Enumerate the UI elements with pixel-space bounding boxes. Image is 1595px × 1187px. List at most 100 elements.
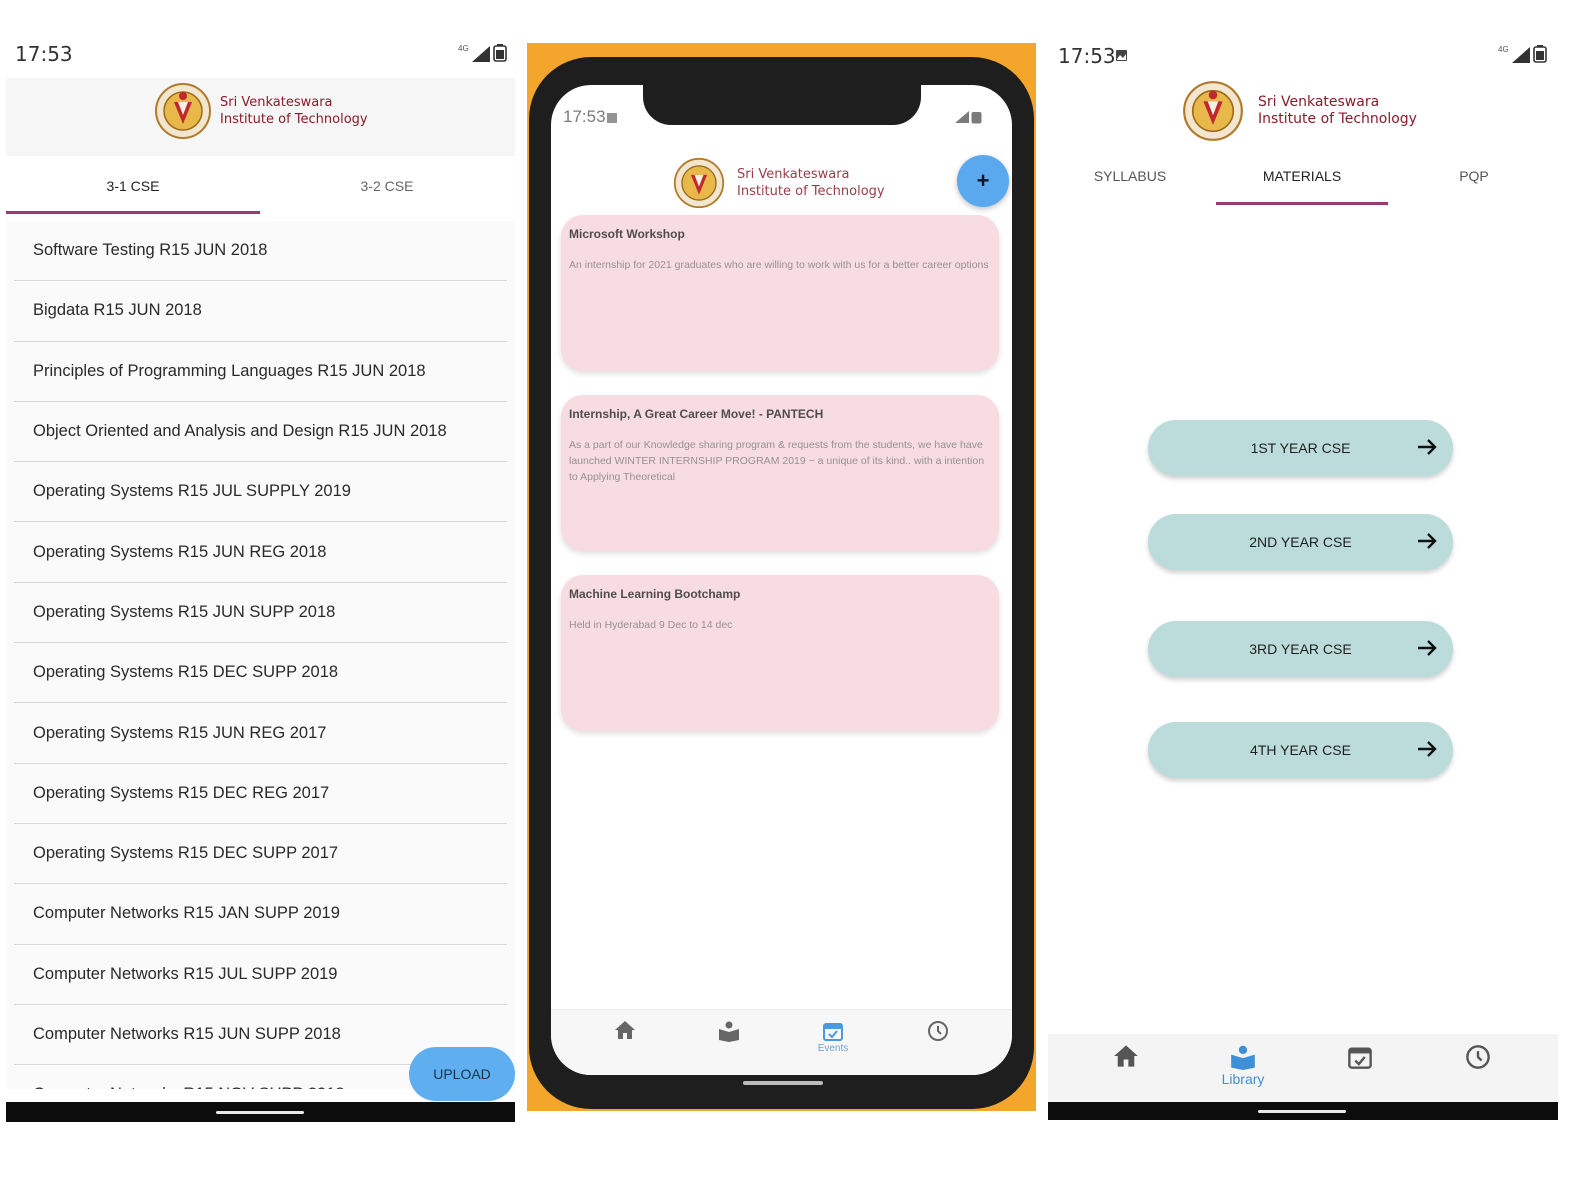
nav-library[interactable]: Library xyxy=(1203,1044,1283,1096)
event-card[interactable]: Microsoft Workshop An internship for 202… xyxy=(561,215,999,371)
nav-home[interactable] xyxy=(1086,1044,1166,1096)
event-description: As a part of our Knowledge sharing progr… xyxy=(569,439,985,483)
year-button-label: 1ST YEAR CSE xyxy=(1250,440,1351,456)
network-type-label: 4G xyxy=(1498,45,1509,54)
active-tab-indicator xyxy=(6,211,260,214)
phone-home-indicator xyxy=(743,1081,823,1085)
clock-icon xyxy=(1466,1045,1490,1069)
question-paper-row[interactable]: Operating Systems R15 DEC SUPP 2018 xyxy=(14,643,507,704)
second-year-cse-button[interactable]: 2ND YEAR CSE xyxy=(1148,514,1453,570)
status-icons xyxy=(955,111,982,124)
nav-history[interactable] xyxy=(1438,1044,1518,1096)
library-icon xyxy=(1231,1045,1255,1070)
status-icons: 4G xyxy=(458,44,507,62)
college-name: Sri Venkateswara Institute of Technology xyxy=(220,94,368,128)
question-paper-row[interactable]: Operating Systems R15 DEC REG 2017 xyxy=(14,764,507,824)
college-logo: Sri Venkateswara Institute of Technology xyxy=(669,157,885,209)
add-event-button[interactable]: + xyxy=(957,155,1009,207)
year-button-label: 4TH YEAR CSE xyxy=(1250,742,1351,758)
image-icon xyxy=(1116,50,1127,61)
question-paper-row[interactable]: Computer Networks R15 JAN SUPP 2019 xyxy=(14,884,507,945)
college-logo-icon xyxy=(673,157,725,209)
college-name-line1: Sri Venkateswara xyxy=(1258,94,1380,110)
image-icon xyxy=(607,113,617,123)
bottom-navigation: Library xyxy=(1048,1034,1558,1102)
calendar-icon xyxy=(823,1023,843,1041)
question-paper-list[interactable]: Software Testing R15 JUN 2018 Bigdata R15… xyxy=(6,221,515,1089)
nav-history[interactable] xyxy=(908,1020,968,1070)
battery-icon xyxy=(1532,45,1547,63)
college-name-line2: Institute of Technology xyxy=(220,112,368,127)
event-description: Held in Hyderabad 9 Dec to 14 dec xyxy=(569,619,733,631)
question-paper-row[interactable]: Operating Systems R15 JUL SUPPLY 2019 xyxy=(14,462,507,523)
arrow-right-icon xyxy=(1418,439,1437,455)
college-name-line1: Sri Venkateswara xyxy=(737,167,850,182)
calendar-icon xyxy=(1348,1047,1372,1069)
nav-events[interactable]: Events xyxy=(803,1020,863,1070)
question-paper-row[interactable]: Operating Systems R15 JUN REG 2018 xyxy=(14,522,507,583)
event-description: An internship for 2021 graduates who are… xyxy=(569,259,989,271)
arrow-right-icon xyxy=(1418,533,1437,549)
college-name: Sri Venkateswara Institute of Technology xyxy=(1258,94,1417,128)
college-name-line2: Institute of Technology xyxy=(737,184,885,199)
status-icons: 4G xyxy=(1498,45,1547,63)
nav-home[interactable] xyxy=(595,1020,655,1070)
home-icon xyxy=(1114,1045,1138,1067)
college-logo: Sri Venkateswara Institute of Technology xyxy=(1176,80,1417,142)
nav-events-label: Events xyxy=(817,1043,849,1054)
college-logo-icon xyxy=(1183,81,1243,141)
event-card[interactable]: Machine Learning Bootchamp Held in Hyder… xyxy=(561,575,999,731)
library-icon xyxy=(719,1021,739,1042)
tab-syllabus[interactable]: SYLLABUS xyxy=(1068,160,1192,192)
question-paper-row[interactable]: Principles of Programming Languages R15 … xyxy=(14,342,507,402)
college-name: Sri Venkateswara Institute of Technology xyxy=(737,166,885,200)
question-paper-row[interactable]: Object Oriented and Analysis and Design … xyxy=(14,402,507,463)
first-year-cse-button[interactable]: 1ST YEAR CSE xyxy=(1148,420,1453,476)
event-card[interactable]: Internship, A Great Career Move! - PANTE… xyxy=(561,395,999,551)
year-button-label: 3RD YEAR CSE xyxy=(1249,641,1352,657)
tab-materials[interactable]: MATERIALS xyxy=(1216,160,1388,192)
home-indicator[interactable] xyxy=(216,1111,304,1114)
fourth-year-cse-button[interactable]: 4TH YEAR CSE xyxy=(1148,722,1453,778)
system-nav-bar xyxy=(6,1102,515,1122)
signal-icon xyxy=(471,46,490,62)
upload-button[interactable]: UPLOAD xyxy=(409,1047,515,1101)
event-title: Internship, A Great Career Move! - PANTE… xyxy=(569,407,824,421)
library-screen: 17:53 4G Sri Venkateswara Institute of T… xyxy=(1048,0,1558,1120)
question-paper-row[interactable]: Bigdata R15 JUN 2018 xyxy=(14,281,507,342)
college-name-line2: Institute of Technology xyxy=(1258,111,1417,127)
question-paper-row[interactable]: Operating Systems R15 DEC SUPP 2017 xyxy=(14,824,507,885)
nav-library[interactable] xyxy=(699,1020,759,1070)
status-time: 17:53 xyxy=(563,107,606,126)
tab-3-1-cse[interactable]: 3-1 CSE xyxy=(6,156,260,216)
bottom-navigation: Events xyxy=(551,1009,1012,1075)
question-paper-row[interactable]: Operating Systems R15 JUN REG 2017 xyxy=(14,703,507,764)
arrow-right-icon xyxy=(1418,640,1437,656)
question-papers-screen: 17:53 4G Sri Venkateswara Institute of T… xyxy=(6,0,515,1122)
question-paper-row[interactable]: Computer Networks R15 JUL SUPP 2019 xyxy=(14,945,507,1005)
signal-icon xyxy=(1511,47,1530,63)
event-title: Machine Learning Bootchamp xyxy=(569,587,741,601)
network-type-label: 4G xyxy=(458,44,469,53)
arrow-right-icon xyxy=(1418,741,1437,757)
question-paper-row[interactable]: Software Testing R15 JUN 2018 xyxy=(14,221,507,282)
third-year-cse-button[interactable]: 3RD YEAR CSE xyxy=(1148,621,1453,677)
college-logo: Sri Venkateswara Institute of Technology xyxy=(154,82,368,140)
status-time: 17:53 xyxy=(1058,44,1116,68)
event-title: Microsoft Workshop xyxy=(569,227,685,241)
nav-events[interactable] xyxy=(1320,1044,1400,1096)
home-icon xyxy=(615,1021,635,1039)
semester-tabs: 3-1 CSE 3-2 CSE xyxy=(6,156,515,216)
tab-3-2-cse[interactable]: 3-2 CSE xyxy=(260,156,514,216)
college-name-line1: Sri Venkateswara xyxy=(220,95,333,110)
battery-icon xyxy=(971,112,982,124)
question-paper-row[interactable]: Operating Systems R15 JUN SUPP 2018 xyxy=(14,583,507,644)
tab-pqp[interactable]: PQP xyxy=(1418,160,1530,192)
status-time: 17:53 xyxy=(15,42,73,66)
signal-icon xyxy=(955,111,969,123)
phone-notch xyxy=(643,85,921,125)
clock-icon xyxy=(928,1021,948,1041)
active-tab-indicator xyxy=(1216,202,1388,205)
home-indicator[interactable] xyxy=(1258,1110,1346,1113)
phone-frame: 17:53 Sri Venkateswara Institute of Tech… xyxy=(529,57,1034,1109)
